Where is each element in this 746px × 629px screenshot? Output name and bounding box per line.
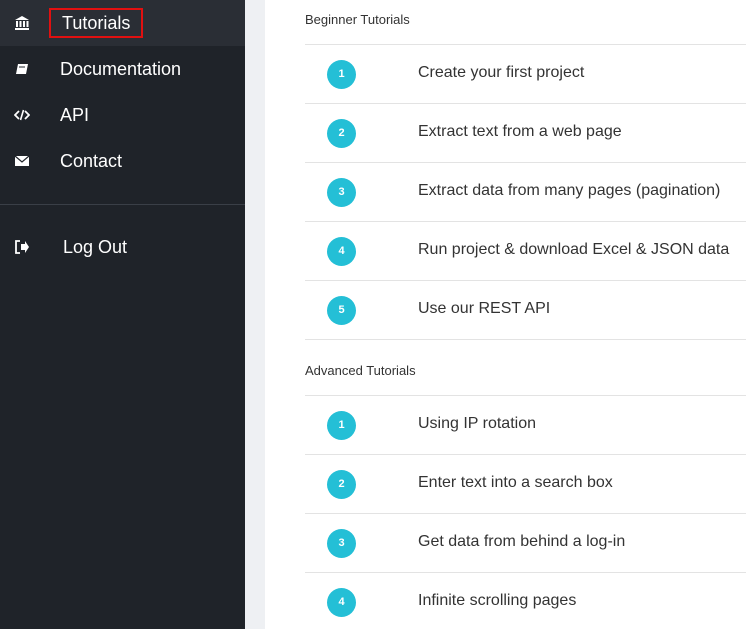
sidebar-item-api[interactable]: API <box>0 92 245 138</box>
tutorial-row[interactable]: 5 Use our REST API <box>305 280 746 339</box>
bank-icon <box>15 16 29 30</box>
code-icon <box>14 109 30 121</box>
tutorial-row[interactable]: 3 Get data from behind a log-in <box>305 513 746 572</box>
tutorial-row[interactable]: 4 Infinite scrolling pages <box>305 572 746 629</box>
step-number-badge: 1 <box>327 60 356 89</box>
tutorial-link[interactable]: Get data from behind a log-in <box>418 533 625 551</box>
tutorial-link[interactable]: Create your first project <box>418 64 584 82</box>
envelope-icon <box>14 155 30 166</box>
sidebar-item-tutorials[interactable]: Tutorials <box>0 0 245 46</box>
sidebar-item-label: Log Out <box>63 237 128 257</box>
step-number-badge: 4 <box>327 588 356 617</box>
tutorial-row[interactable]: 1 Create your first project <box>305 44 746 103</box>
sidebar-item-label: API <box>60 105 90 125</box>
step-number-badge: 2 <box>327 119 356 148</box>
sign-out-icon <box>15 240 29 254</box>
tutorial-row[interactable]: 1 Using IP rotation <box>305 395 746 454</box>
sidebar-item-contact[interactable]: Contact <box>0 138 245 184</box>
sidebar-item-label: Documentation <box>60 59 182 79</box>
main-content: Beginner Tutorials 1 Create your first p… <box>305 0 746 629</box>
sidebar-item-logout[interactable]: Log Out <box>0 224 245 270</box>
list-end-divider <box>305 339 746 340</box>
section-title-advanced: Advanced Tutorials <box>305 363 416 378</box>
tutorial-row[interactable]: 3 Extract data from many pages (paginati… <box>305 162 746 221</box>
step-number-badge: 5 <box>327 296 356 325</box>
step-number-badge: 3 <box>327 178 356 207</box>
book-icon <box>16 64 28 74</box>
tutorial-link[interactable]: Enter text into a search box <box>418 474 613 492</box>
tutorial-link[interactable]: Extract data from many pages (pagination… <box>418 182 720 200</box>
step-number-badge: 2 <box>327 470 356 499</box>
tutorial-link[interactable]: Infinite scrolling pages <box>418 592 576 610</box>
sidebar-item-label: Contact <box>60 151 123 171</box>
tutorial-row[interactable]: 2 Enter text into a search box <box>305 454 746 513</box>
tutorial-link[interactable]: Using IP rotation <box>418 415 536 433</box>
step-number-badge: 3 <box>327 529 356 558</box>
tutorial-link[interactable]: Extract text from a web page <box>418 123 622 141</box>
sidebar-item-label: Tutorials <box>49 8 144 38</box>
sidebar: Tutorials Documentation API Contact Log … <box>0 0 245 629</box>
content-gutter <box>245 0 265 629</box>
step-number-badge: 1 <box>327 411 356 440</box>
tutorial-link[interactable]: Run project & download Excel & JSON data <box>418 241 729 259</box>
tutorial-row[interactable]: 4 Run project & download Excel & JSON da… <box>305 221 746 280</box>
tutorial-link[interactable]: Use our REST API <box>418 300 550 318</box>
section-title-beginner: Beginner Tutorials <box>305 12 410 27</box>
tutorial-row[interactable]: 2 Extract text from a web page <box>305 103 746 162</box>
sidebar-item-documentation[interactable]: Documentation <box>0 46 245 92</box>
sidebar-divider <box>0 204 245 205</box>
step-number-badge: 4 <box>327 237 356 266</box>
